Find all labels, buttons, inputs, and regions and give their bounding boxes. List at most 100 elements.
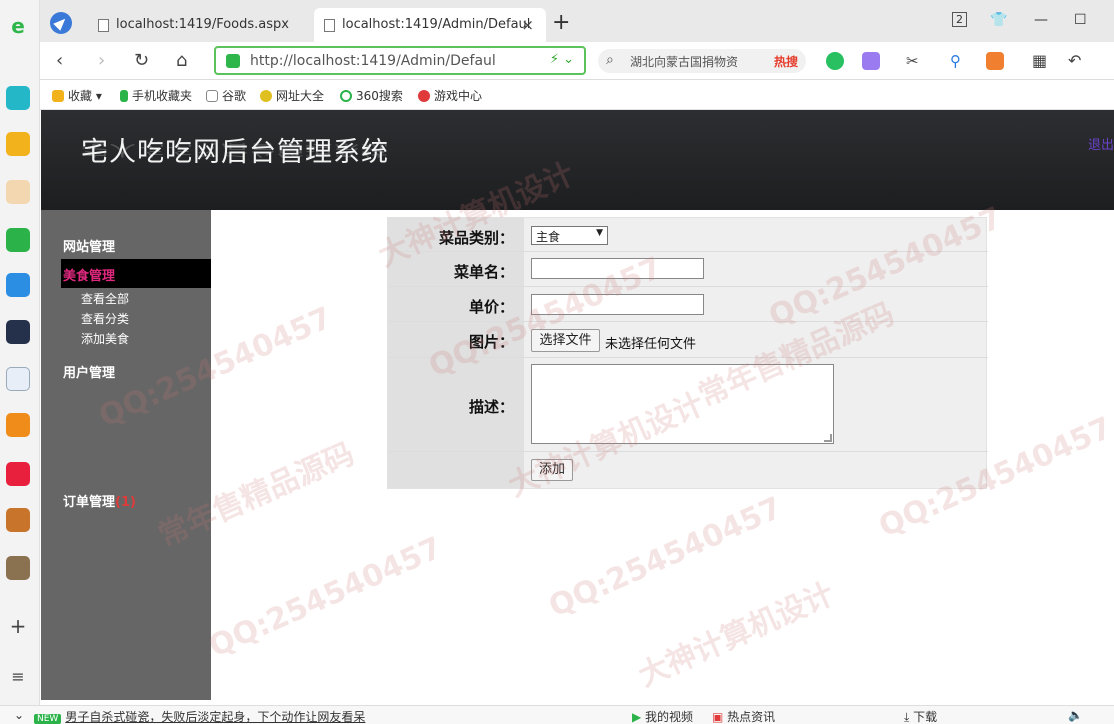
- bookmark-google[interactable]: 谷歌: [206, 87, 246, 104]
- lightning-icon[interactable]: ⚡ ⌄: [550, 52, 574, 67]
- game-center-icon: [418, 90, 430, 102]
- magnifier-icon: ⌕: [606, 52, 614, 68]
- weibo-app-icon[interactable]: [6, 180, 30, 204]
- address-toolbar: ‹ › ↻ ⌂ http://localhost:1419/Admin/Defa…: [40, 42, 1114, 80]
- chevron-down-icon[interactable]: ⌄: [14, 708, 24, 722]
- tab-bar: localhost:1419/Foods.aspx localhost:1419…: [40, 0, 1114, 42]
- globe-icon: [260, 90, 272, 102]
- news-headline[interactable]: 男子自杀式碰瓷，失败后淡定起身，下个动作让网友看呆: [65, 710, 365, 724]
- tab-foods[interactable]: localhost:1419/Foods.aspx: [88, 8, 308, 42]
- description-label: 描述：: [468, 398, 514, 416]
- compass-icon[interactable]: [50, 12, 72, 34]
- star-app-icon[interactable]: [6, 132, 30, 156]
- shirt-icon[interactable]: 👕: [990, 12, 1007, 28]
- menu-order-manage-label: 订单管理: [63, 495, 116, 510]
- new-tab-button[interactable]: +: [552, 10, 570, 35]
- volume-icon[interactable]: 🔈: [1068, 708, 1083, 722]
- bookmark-games[interactable]: 游戏中心: [418, 87, 482, 104]
- search-360-icon: [340, 90, 352, 102]
- undo-icon[interactable]: ↶: [1068, 51, 1081, 70]
- search-tool-icon[interactable]: ⚲: [950, 52, 961, 70]
- game-controller-icon[interactable]: [986, 52, 1004, 70]
- download-link[interactable]: ⤓ 下载: [904, 708, 937, 724]
- site-header: 宅人吃吃网后台管理系统 宅人吃吃网后台管理系统 退出: [41, 110, 1114, 210]
- hot-search-badge[interactable]: 热搜: [774, 53, 798, 70]
- translate-icon[interactable]: [862, 52, 880, 70]
- logout-link[interactable]: 退出: [1088, 134, 1114, 153]
- submenu-view-all[interactable]: 查看全部: [81, 290, 129, 307]
- news-ticker[interactable]: NEW 男子自杀式碰瓷，失败后淡定起身，下个动作让网友看呆: [34, 708, 365, 724]
- app-sidebar: e + ≡: [0, 0, 40, 724]
- grid-icon[interactable]: ▦: [1032, 51, 1047, 70]
- form-row-submit: 添加: [388, 452, 988, 488]
- browser-logo-icon[interactable]: e: [6, 14, 30, 38]
- form-row-category: 菜品类别： 主食 ▼: [388, 218, 988, 252]
- close-icon[interactable]: ×: [521, 16, 534, 34]
- mail-app-icon[interactable]: [6, 228, 30, 252]
- game2-app-icon[interactable]: [6, 556, 30, 580]
- tab-label: localhost:1419/Admin/Defaul: [342, 17, 531, 32]
- chevron-down-icon: ▼: [596, 228, 603, 238]
- game-app-icon[interactable]: [6, 508, 30, 532]
- word-app-icon[interactable]: [6, 367, 30, 391]
- window-count-badge[interactable]: 2: [952, 12, 967, 27]
- address-bar[interactable]: http://localhost:1419/Admin/Defaul ⚡ ⌄: [214, 46, 586, 75]
- download-icon: ⤓: [904, 710, 914, 724]
- category-selected-value: 主食: [536, 230, 561, 244]
- phone-icon: [120, 90, 128, 102]
- admin-page: 宅人吃吃网后台管理系统 宅人吃吃网后台管理系统 退出 网站管理 美食管理 查看全…: [41, 110, 1114, 700]
- status-bar: ⌄ NEW 男子自杀式碰瓷，失败后淡定起身，下个动作让网友看呆 ▶ 我的视频 ▣ …: [0, 705, 1114, 724]
- shield-icon: [226, 54, 240, 68]
- scissors-icon[interactable]: ✂: [906, 52, 919, 70]
- minimize-icon[interactable]: —: [1034, 12, 1048, 28]
- bookmark-favorites[interactable]: 收藏 ▾: [52, 87, 102, 104]
- title-reflection: 宅人吃吃网后台管理系统: [81, 141, 389, 159]
- menu-user-manage[interactable]: 用户管理: [63, 362, 115, 381]
- p-app-icon[interactable]: [6, 273, 30, 297]
- plus-app-icon[interactable]: [6, 86, 30, 110]
- submenu-view-categories[interactable]: 查看分类: [81, 310, 129, 327]
- refresh-icon[interactable]: ↻: [134, 50, 149, 71]
- menu-food-manage-label: 美食管理: [63, 269, 116, 284]
- description-textarea[interactable]: [531, 364, 834, 444]
- bookmark-360search[interactable]: 360搜索: [340, 87, 403, 104]
- dish-name-input[interactable]: [531, 258, 704, 279]
- search-input[interactable]: ⌕ 湖北向蒙古国捐物资 热搜: [598, 49, 806, 73]
- star-icon: [52, 90, 64, 102]
- news-app-icon[interactable]: [6, 320, 30, 344]
- my-video-link[interactable]: ▶ 我的视频: [632, 708, 693, 724]
- page-icon: [324, 19, 335, 32]
- green-circle-icon[interactable]: [826, 52, 844, 70]
- price-input[interactable]: [531, 294, 704, 315]
- bookmark-directory[interactable]: 网址大全: [260, 87, 324, 104]
- menu-food-manage[interactable]: 美食管理: [61, 259, 211, 288]
- file-status-text: 未选择任何文件: [605, 337, 697, 352]
- novel-app-icon[interactable]: [6, 413, 30, 437]
- back-arrow-icon[interactable]: ‹: [56, 50, 63, 71]
- hot-news-link[interactable]: ▣ 热点资讯: [712, 708, 775, 724]
- tab-admin[interactable]: localhost:1419/Admin/Defaul ×: [314, 8, 546, 42]
- add-button[interactable]: 添加: [531, 459, 573, 481]
- tab-label: localhost:1419/Foods.aspx: [116, 17, 289, 32]
- menu-order-manage-row[interactable]: 订单管理(1): [63, 491, 136, 510]
- new-badge: NEW: [34, 714, 62, 724]
- home-icon[interactable]: ⌂: [176, 50, 187, 71]
- bookmark-mobile[interactable]: 手机收藏夹: [120, 87, 192, 104]
- add-app-icon[interactable]: +: [6, 614, 30, 638]
- menu-site-manage[interactable]: 网站管理: [63, 236, 115, 255]
- add-food-form: 菜品类别： 主食 ▼ 菜单名： 单价： 图片： 选择文件 未选择任何文件 描述：…: [387, 217, 988, 489]
- category-select[interactable]: 主食 ▼: [531, 226, 608, 245]
- red-app-icon[interactable]: [6, 462, 30, 486]
- form-row-image: 图片： 选择文件 未选择任何文件: [388, 322, 988, 358]
- url-text[interactable]: http://localhost:1419/Admin/Defaul: [250, 53, 496, 69]
- maximize-icon[interactable]: ☐: [1074, 12, 1087, 28]
- choose-file-button[interactable]: 选择文件: [531, 329, 600, 352]
- forward-arrow-icon[interactable]: ›: [98, 50, 105, 71]
- menu-list-icon[interactable]: ≡: [6, 665, 30, 689]
- order-count-badge: (1): [115, 495, 136, 510]
- search-placeholder: 湖北向蒙古国捐物资: [630, 55, 739, 69]
- price-label: 单价：: [468, 298, 514, 316]
- resize-grip-icon[interactable]: [824, 434, 832, 442]
- play-icon: ▶: [632, 710, 646, 724]
- submenu-add-food[interactable]: 添加美食: [81, 330, 129, 347]
